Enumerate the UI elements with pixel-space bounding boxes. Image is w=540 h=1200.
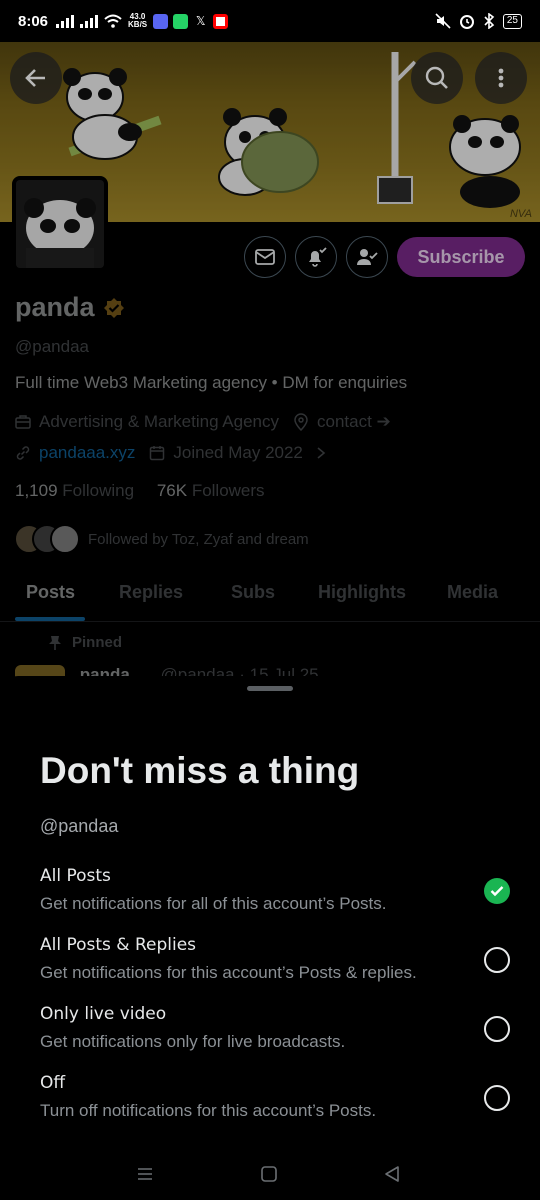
signal-icon (80, 14, 100, 28)
radio-unselected[interactable] (484, 947, 510, 973)
option-live-video[interactable]: Only live video Get notifications only f… (40, 1004, 510, 1052)
status-bar: 8:06 43.0 KB/S 𝕏 25 (0, 0, 540, 42)
notification-settings-sheet: Don't miss a thing @pandaa All Posts Get… (0, 676, 540, 1200)
home-icon[interactable] (260, 1165, 278, 1183)
discord-icon (153, 13, 169, 29)
option-title: Only live video (40, 1004, 167, 1024)
option-all-posts[interactable]: All Posts Get notifications for all of t… (40, 866, 510, 914)
net-speed: 43.0 KB/S (128, 12, 148, 29)
option-posts-replies[interactable]: All Posts & Replies Get notifications fo… (40, 935, 510, 983)
youtube-icon (213, 13, 229, 29)
option-title: All Posts (40, 866, 111, 886)
option-description: Turn off notifications for this account’… (40, 1101, 377, 1120)
option-title: Off (40, 1073, 66, 1093)
bluetooth-icon (484, 13, 495, 29)
sheet-drag-handle[interactable] (247, 686, 293, 691)
option-description: Get notifications only for live broadcas… (40, 1032, 346, 1051)
status-time: 8:06 (18, 12, 49, 30)
option-title: All Posts & Replies (40, 935, 197, 955)
radio-unselected[interactable] (484, 1085, 510, 1111)
battery-level: 25 (502, 13, 522, 29)
system-nav-bar (0, 1150, 540, 1200)
back-nav-icon[interactable] (383, 1165, 401, 1183)
radio-selected[interactable] (484, 878, 510, 904)
sheet-backdrop[interactable] (0, 42, 540, 682)
option-description: Get notifications for this account’s Pos… (40, 963, 417, 982)
signal-icon (56, 14, 76, 28)
x-icon: 𝕏 (193, 13, 209, 29)
check-icon (490, 886, 504, 897)
mute-icon (435, 13, 451, 29)
sheet-handle: @pandaa (40, 816, 119, 836)
recents-icon[interactable] (135, 1166, 155, 1182)
alarm-icon (459, 15, 474, 29)
sheet-title: Don't miss a thing (40, 750, 360, 791)
option-off[interactable]: Off Turn off notifications for this acco… (40, 1073, 510, 1121)
wifi-icon (104, 14, 122, 28)
whatsapp-icon (173, 13, 189, 29)
option-description: Get notifications for all of this accoun… (40, 894, 387, 913)
radio-unselected[interactable] (484, 1016, 510, 1042)
